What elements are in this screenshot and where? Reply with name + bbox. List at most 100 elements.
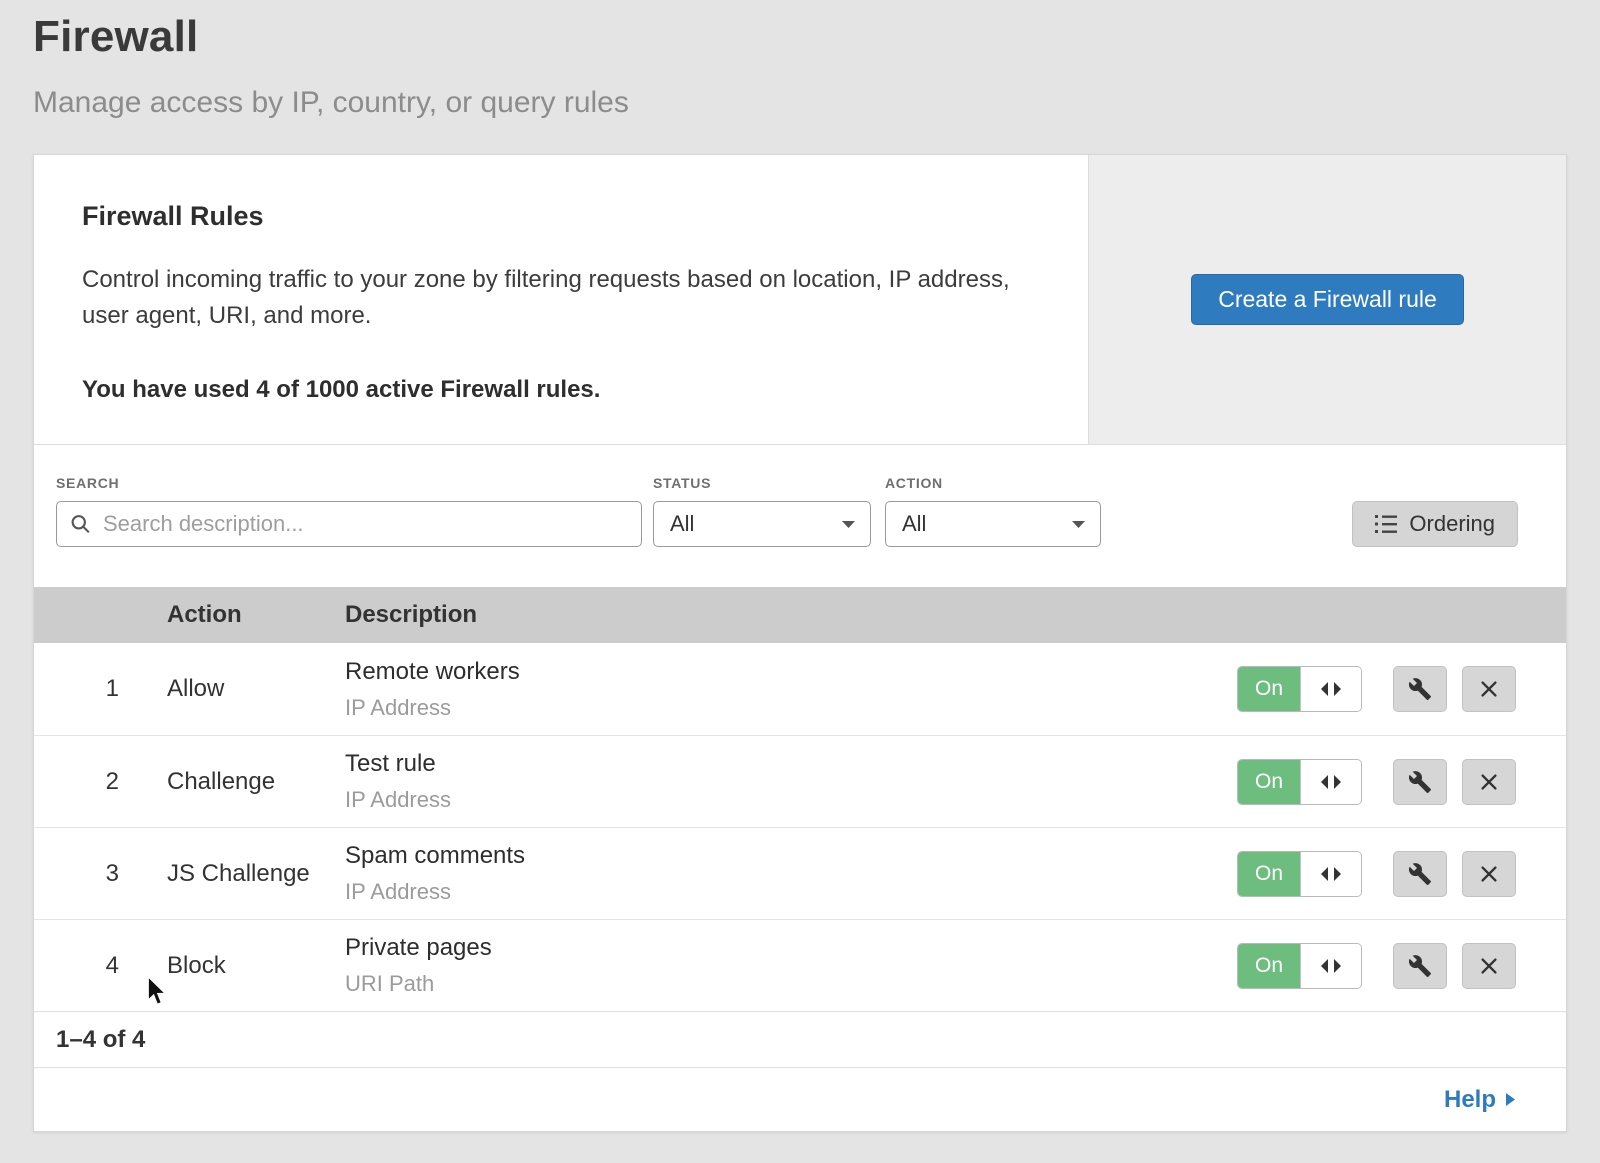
rule-action: Allow: [167, 675, 345, 703]
firewall-rules-description: Control incoming traffic to your zone by…: [82, 262, 1032, 334]
rule-enabled-toggle[interactable]: On: [1238, 760, 1300, 804]
left-right-arrows-icon: [1319, 774, 1343, 790]
help-arrow-icon: [1505, 1092, 1516, 1107]
search-label: SEARCH: [56, 475, 642, 491]
rule-row: 4 Block Private pages URI Path On: [34, 919, 1566, 1011]
delete-rule-button[interactable]: [1462, 943, 1516, 989]
wrench-icon: [1408, 862, 1432, 886]
rule-row: 1 Allow Remote workers IP Address On: [34, 643, 1566, 735]
action-select[interactable]: All: [885, 501, 1101, 547]
rule-priority: 3: [34, 860, 167, 888]
close-icon: [1478, 955, 1500, 977]
delete-rule-button[interactable]: [1462, 666, 1516, 712]
status-select[interactable]: All: [653, 501, 871, 547]
rule-row: 3 JS Challenge Spam comments IP Address …: [34, 827, 1566, 919]
action-label: ACTION: [885, 475, 1101, 491]
close-icon: [1478, 863, 1500, 885]
intro-text-block: Firewall Rules Control incoming traffic …: [34, 155, 1088, 444]
card-intro-section: Firewall Rules Control incoming traffic …: [34, 155, 1566, 445]
ordering-button-label: Ordering: [1409, 511, 1495, 537]
rules-table-header: Action Description: [34, 587, 1566, 643]
pagination-bar: 1–4 of 4: [34, 1011, 1566, 1067]
rule-description: Test rule: [345, 750, 1237, 778]
search-input[interactable]: [56, 501, 642, 547]
rule-priority: 2: [34, 768, 167, 796]
filters-bar: SEARCH STATUS All ACTION: [34, 445, 1566, 587]
help-link[interactable]: Help: [1444, 1086, 1516, 1114]
status-filter: STATUS All: [653, 475, 871, 547]
rule-match-type: IP Address: [345, 695, 1237, 721]
create-firewall-rule-button[interactable]: Create a Firewall rule: [1191, 274, 1464, 325]
chevron-down-icon: [841, 520, 856, 529]
status-select-value: All: [670, 511, 694, 537]
cta-panel: Create a Firewall rule: [1088, 155, 1566, 444]
reorder-handle[interactable]: [1300, 760, 1361, 804]
rule-action: Block: [167, 952, 345, 980]
action-select-value: All: [902, 511, 926, 537]
search-icon: [70, 514, 91, 535]
rule-enabled-toggle[interactable]: On: [1238, 667, 1300, 711]
search-box: [56, 501, 642, 547]
wrench-icon: [1408, 770, 1432, 794]
rule-description-cell: Spam comments IP Address: [345, 842, 1237, 905]
help-link-label: Help: [1444, 1086, 1496, 1114]
rules-table-body: 1 Allow Remote workers IP Address On: [34, 643, 1566, 1011]
delete-rule-button[interactable]: [1462, 759, 1516, 805]
close-icon: [1478, 678, 1500, 700]
edit-rule-button[interactable]: [1393, 943, 1447, 989]
left-right-arrows-icon: [1319, 681, 1343, 697]
rule-match-type: IP Address: [345, 787, 1237, 813]
firewall-rules-card: Firewall Rules Control incoming traffic …: [33, 154, 1567, 1132]
rule-toggle-group: On: [1237, 666, 1362, 712]
results-count: 1–4 of 4: [56, 1026, 145, 1054]
rule-controls: On: [1237, 851, 1566, 897]
rule-action: Challenge: [167, 768, 345, 796]
rule-description: Spam comments: [345, 842, 1237, 870]
rule-controls: On: [1237, 666, 1566, 712]
rule-action: JS Challenge: [167, 860, 345, 888]
rule-description-cell: Remote workers IP Address: [345, 658, 1237, 721]
edit-rule-button[interactable]: [1393, 851, 1447, 897]
chevron-down-icon: [1071, 520, 1086, 529]
page-subtitle: Manage access by IP, country, or query r…: [33, 86, 1567, 120]
action-filter: ACTION All: [885, 475, 1101, 547]
rule-priority: 1: [34, 675, 167, 703]
left-right-arrows-icon: [1319, 958, 1343, 974]
reorder-handle[interactable]: [1300, 944, 1361, 988]
rule-toggle-group: On: [1237, 943, 1362, 989]
search-filter: SEARCH: [56, 475, 642, 547]
firewall-rules-heading: Firewall Rules: [82, 201, 1040, 232]
rule-toggle-group: On: [1237, 851, 1362, 897]
delete-rule-button[interactable]: [1462, 851, 1516, 897]
usage-summary: You have used 4 of 1000 active Firewall …: [82, 376, 1040, 404]
wrench-icon: [1408, 954, 1432, 978]
column-header-action: Action: [167, 601, 345, 629]
rule-description-cell: Test rule IP Address: [345, 750, 1237, 813]
help-bar: Help: [34, 1067, 1566, 1131]
rule-toggle-group: On: [1237, 759, 1362, 805]
rule-match-type: IP Address: [345, 879, 1237, 905]
reorder-handle[interactable]: [1300, 852, 1361, 896]
rule-enabled-toggle[interactable]: On: [1238, 944, 1300, 988]
page-title: Firewall: [33, 0, 1567, 62]
wrench-icon: [1408, 677, 1432, 701]
ordering-button[interactable]: Ordering: [1352, 501, 1518, 547]
status-label: STATUS: [653, 475, 871, 491]
ordering-list-icon: [1375, 514, 1397, 534]
close-icon: [1478, 771, 1500, 793]
rule-priority: 4: [34, 952, 167, 980]
rule-description: Remote workers: [345, 658, 1237, 686]
rule-match-type: URI Path: [345, 971, 1237, 997]
rule-controls: On: [1237, 943, 1566, 989]
rule-description-cell: Private pages URI Path: [345, 934, 1237, 997]
rule-row: 2 Challenge Test rule IP Address On: [34, 735, 1566, 827]
reorder-handle[interactable]: [1300, 667, 1361, 711]
firewall-page: Firewall Manage access by IP, country, o…: [0, 0, 1600, 1132]
rule-description: Private pages: [345, 934, 1237, 962]
column-header-description: Description: [345, 601, 1566, 629]
edit-rule-button[interactable]: [1393, 759, 1447, 805]
rule-enabled-toggle[interactable]: On: [1238, 852, 1300, 896]
left-right-arrows-icon: [1319, 866, 1343, 882]
edit-rule-button[interactable]: [1393, 666, 1447, 712]
rule-controls: On: [1237, 759, 1566, 805]
